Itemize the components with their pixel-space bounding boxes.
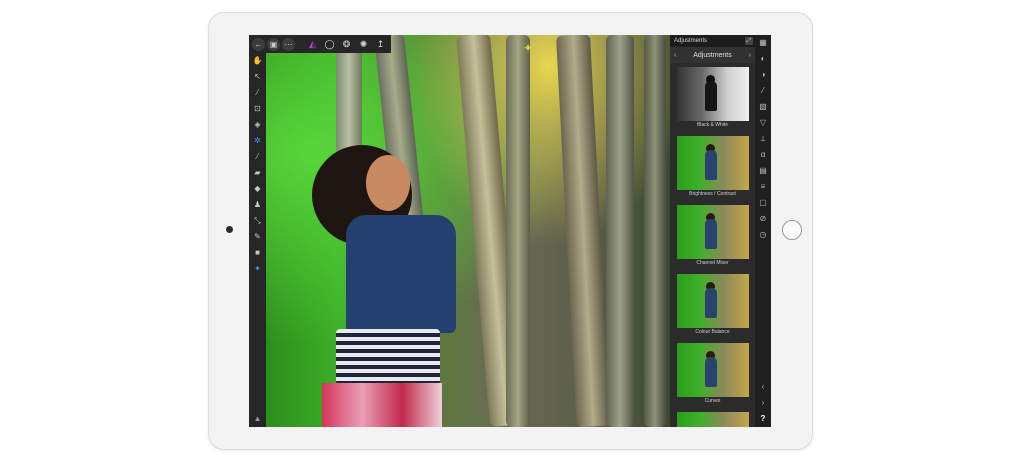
preview-figure (704, 219, 717, 249)
panel-nav-title: Adjustments (693, 51, 732, 59)
channels-icon[interactable]: ▤ (755, 163, 771, 179)
adjustment-next-partial[interactable] (676, 412, 749, 427)
studio-toolbar: ▦ ◐ ◑ ⁄ ▧ ▽ ⟂ α ▤ ≡ ▢ ⊘ ◷ ‹ › ? (755, 35, 771, 427)
adjustment-label: Colour Balance (695, 329, 730, 335)
rectangle-tool-icon[interactable]: ■ (249, 245, 266, 261)
vector-tool-icon[interactable]: ✦ (249, 261, 266, 277)
transform-icon[interactable]: ▢ (755, 195, 771, 211)
bamboo-trunk (506, 35, 530, 427)
adjustment-preview (676, 274, 749, 328)
selection-icon[interactable]: ◯ (322, 37, 337, 51)
adjustment-label: Channel Mixer (696, 260, 729, 266)
export-icon[interactable]: ↥ (373, 37, 388, 51)
live-filters-icon[interactable]: ⟂ (755, 131, 771, 147)
adjustments-icon[interactable]: ◑ (755, 67, 771, 83)
child-dress (322, 383, 442, 427)
adjustment-channel-mixer[interactable]: Channel Mixer (676, 205, 749, 268)
child-jacket (346, 215, 456, 333)
develop-icon[interactable]: ✺ (356, 37, 371, 51)
photo-persona-icon[interactable]: ◭ (305, 37, 320, 51)
brush-settings-icon[interactable]: ⁄ (755, 83, 771, 99)
preview-figure (704, 288, 717, 318)
more-icon[interactable]: ⋯ (282, 37, 295, 51)
adjustment-colour-balance[interactable]: Colour Balance (676, 274, 749, 337)
adjustment-label: Brightness / Contrast (689, 191, 736, 197)
butterfly-icon: ✦ (523, 41, 534, 55)
top-toolbar: ← ▣ ⋯ ◭ ◯ ❂ ✺ ↥ (249, 35, 391, 53)
preview-figure (704, 81, 717, 111)
chevron-left-icon[interactable]: ‹ (674, 52, 676, 59)
fx-icon[interactable]: ▧ (755, 99, 771, 115)
crop-tool-icon[interactable]: ⊡ (249, 101, 266, 117)
back-arrow-icon[interactable]: ← (252, 37, 265, 51)
fill-tool-icon[interactable]: ◆ (249, 181, 266, 197)
hand-tool-icon[interactable]: ✋ (249, 53, 266, 69)
front-camera (226, 226, 233, 233)
histogram-icon[interactable]: ≡ (755, 179, 771, 195)
adjustment-preview (676, 412, 749, 427)
bamboo-trunk (336, 35, 362, 155)
adjustments-panel: Adjustments ⤢ ‹ Adjustments › Black & Wh… (670, 35, 755, 427)
chevron-left-icon[interactable]: ‹ (755, 379, 771, 395)
photo-canvas[interactable]: ✦ (266, 35, 670, 427)
panel-header: Adjustments ⤢ (670, 35, 755, 47)
adjustment-preview (676, 67, 749, 121)
app-screen: ← ▣ ⋯ ◭ ◯ ❂ ✺ ↥ ✋ ↖ ⁄ ⊡ ◈ ✲ ⁄ ▰ ◆ ♟ ⤡ ✎ … (249, 35, 771, 427)
paint-brush-icon[interactable]: ⁄ (249, 149, 266, 165)
bamboo-trunk (556, 35, 611, 427)
context-toolbar-toggle-icon[interactable]: ▲ (249, 414, 266, 423)
adjustment-list: Black & White Brightness / Contrast Chan… (670, 63, 755, 427)
panel-nav: ‹ Adjustments › (670, 47, 755, 63)
brushes-icon[interactable]: ◐ (755, 51, 771, 67)
panel-expand-icon[interactable]: ⤢ (745, 37, 753, 45)
retouch-tool-icon[interactable]: ⤡ (249, 213, 266, 229)
clone-tool-icon[interactable]: ♟ (249, 197, 266, 213)
child-skirt (336, 329, 440, 385)
adjustment-label: Curves (704, 398, 721, 404)
erase-brush-icon[interactable]: ▰ (249, 165, 266, 181)
history-icon[interactable]: ◷ (755, 227, 771, 243)
studio-toolbar-bottom: ‹ › ? (755, 379, 771, 427)
bamboo-trunk (606, 35, 634, 427)
text-style-icon[interactable]: α (755, 147, 771, 163)
adjustment-black-white[interactable]: Black & White (676, 67, 749, 130)
preview-figure (704, 357, 717, 387)
child-face (366, 155, 410, 211)
adjustment-brightness-contrast[interactable]: Brightness / Contrast (676, 136, 749, 199)
adjustment-preview (676, 205, 749, 259)
document-icon[interactable]: ▣ (267, 37, 280, 51)
home-button[interactable] (782, 220, 802, 240)
chevron-right-icon[interactable]: › (755, 395, 771, 411)
filter-icon[interactable]: ▽ (755, 115, 771, 131)
adjustment-curves[interactable]: Curves (676, 343, 749, 406)
chevron-right-icon[interactable]: › (749, 52, 751, 59)
adjustment-preview (676, 136, 749, 190)
smudge-tool-icon[interactable]: ✎ (249, 229, 266, 245)
adjustment-preview (676, 343, 749, 397)
ipad-frame: ← ▣ ⋯ ◭ ◯ ❂ ✺ ↥ ✋ ↖ ⁄ ⊡ ◈ ✲ ⁄ ▰ ◆ ♟ ⤡ ✎ … (208, 12, 813, 450)
panel-title: Adjustments (674, 38, 708, 44)
preview-figure (704, 150, 717, 180)
move-tool-icon[interactable]: ↖ (249, 69, 266, 85)
tools-panel: ✋ ↖ ⁄ ⊡ ◈ ✲ ⁄ ▰ ◆ ♟ ⤡ ✎ ■ ✦ ▲ (249, 53, 266, 427)
help-icon[interactable]: ? (755, 411, 771, 427)
color-picker-icon[interactable]: ⁄ (249, 85, 266, 101)
liquify-icon[interactable]: ❂ (339, 37, 354, 51)
layers-icon[interactable]: ▦ (755, 35, 771, 51)
selection-brush-icon[interactable]: ◈ (249, 117, 266, 133)
navigator-icon[interactable]: ⊘ (755, 211, 771, 227)
bamboo-trunk (644, 35, 666, 427)
adjustment-label: Black & White (696, 122, 729, 128)
flood-select-icon[interactable]: ✲ (249, 133, 266, 149)
